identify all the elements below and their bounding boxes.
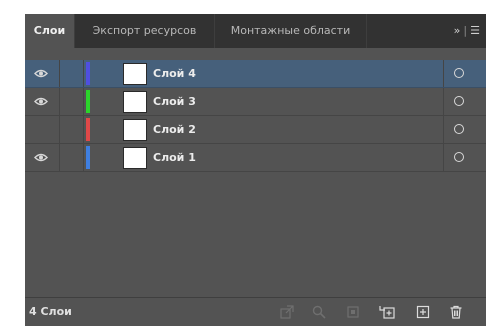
lock-toggle[interactable] — [59, 88, 84, 115]
layer-color-swatch — [86, 146, 90, 169]
layer-thumbnail — [123, 119, 147, 141]
layer-name[interactable]: Слой 3 — [153, 88, 196, 115]
layer-color-swatch — [86, 62, 90, 85]
search-icon[interactable] — [311, 304, 327, 320]
layer-name[interactable]: Слой 2 — [153, 116, 196, 143]
layer-thumbnail — [123, 91, 147, 113]
tab-artboards[interactable]: Монтажные области — [215, 14, 367, 48]
panel-menu-icon[interactable]: ☰ — [470, 24, 480, 37]
layer-row[interactable]: Слой 2 — [25, 116, 486, 144]
export-icon[interactable] — [279, 304, 295, 320]
target-circle-icon[interactable] — [454, 152, 464, 162]
trash-icon[interactable] — [448, 304, 464, 320]
panel-footer: 4 Слои — [25, 297, 486, 326]
layers-panel: Слои Экспорт ресурсов Монтажные области … — [25, 14, 486, 326]
overflow-chevrons-icon[interactable]: » — [454, 24, 461, 37]
eye-icon — [34, 69, 48, 78]
layer-list: Слой 4 Слой 3 Слой 2 Слой 1 — [25, 60, 486, 172]
column-divider — [443, 116, 444, 143]
layer-name[interactable]: Слой 1 — [153, 144, 196, 171]
tab-layers[interactable]: Слои — [25, 14, 75, 48]
layer-count: 4 Слои — [29, 305, 72, 318]
layer-color-swatch — [86, 118, 90, 141]
layer-row[interactable]: Слой 3 — [25, 88, 486, 116]
clipping-mask-icon[interactable] — [345, 304, 361, 320]
target-circle-icon[interactable] — [454, 96, 464, 106]
eye-icon — [34, 97, 48, 106]
tab-separator: | — [463, 24, 468, 37]
target-circle-icon[interactable] — [454, 68, 464, 78]
target-circle-icon[interactable] — [454, 124, 464, 134]
lock-toggle[interactable] — [59, 116, 84, 143]
tab-bar: Слои Экспорт ресурсов Монтажные области … — [25, 14, 486, 48]
layer-row[interactable]: Слой 4 — [25, 60, 486, 88]
layer-name[interactable]: Слой 4 — [153, 60, 196, 87]
layer-row[interactable]: Слой 1 — [25, 144, 486, 172]
column-divider — [443, 88, 444, 115]
lock-toggle[interactable] — [59, 60, 84, 87]
tab-export-assets[interactable]: Экспорт ресурсов — [75, 14, 215, 48]
visibility-toggle[interactable] — [25, 116, 60, 143]
layer-thumbnail — [123, 147, 147, 169]
layer-color-swatch — [86, 90, 90, 113]
new-sublayer-icon[interactable] — [379, 304, 395, 320]
lock-toggle[interactable] — [59, 144, 84, 171]
layer-thumbnail — [123, 63, 147, 85]
column-divider — [443, 144, 444, 171]
visibility-toggle[interactable] — [25, 88, 60, 115]
tab-overflow-controls: » | ☰ — [448, 14, 486, 48]
visibility-toggle[interactable] — [25, 144, 60, 171]
eye-icon — [34, 153, 48, 162]
column-divider — [443, 60, 444, 87]
new-layer-icon[interactable] — [415, 304, 431, 320]
visibility-toggle[interactable] — [25, 60, 60, 87]
